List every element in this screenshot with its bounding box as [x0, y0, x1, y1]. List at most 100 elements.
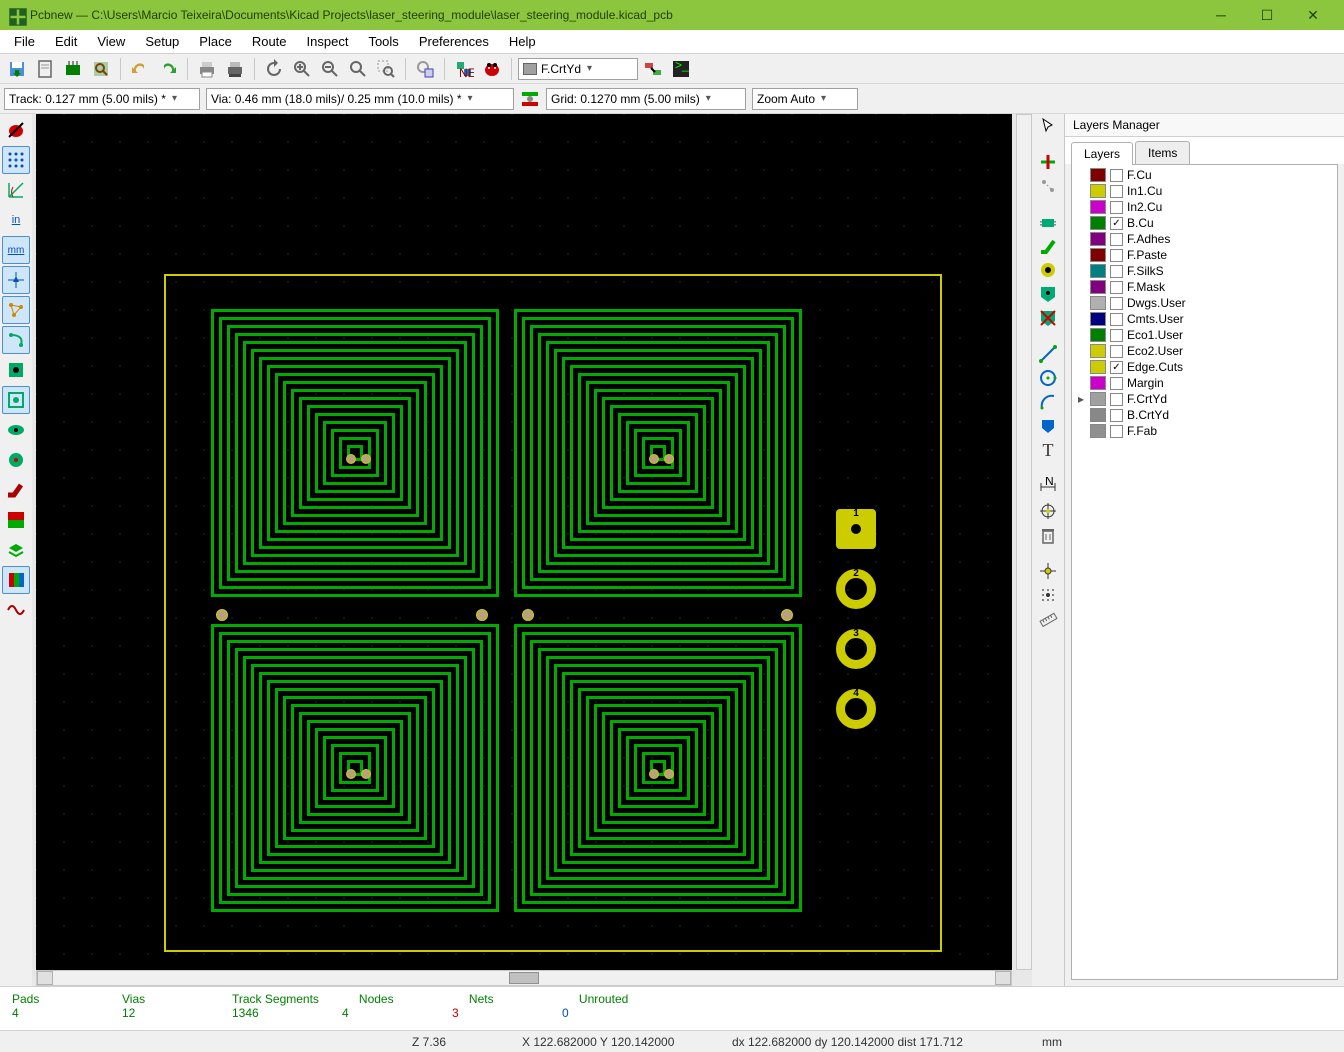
layer-row-Eco1-User[interactable]: Eco1.User [1074, 327, 1335, 343]
layer-color-swatch[interactable] [1090, 296, 1106, 310]
mm-button[interactable]: mm [2, 236, 30, 264]
highlight-net-button[interactable] [1038, 152, 1058, 172]
select-tool-button[interactable] [1038, 116, 1058, 136]
scripting-button[interactable]: >_ [668, 56, 694, 82]
redo-button[interactable] [155, 56, 181, 82]
cursor-shape-button[interactable] [2, 266, 30, 294]
drc-button[interactable] [479, 56, 505, 82]
zoom-in-button[interactable] [289, 56, 315, 82]
zoom-fit-button[interactable] [345, 56, 371, 82]
undo-button[interactable] [127, 56, 153, 82]
layer-color-swatch[interactable] [1090, 328, 1106, 342]
canvas-hscroll[interactable] [36, 970, 1012, 986]
layer-visibility-checkbox[interactable] [1110, 313, 1123, 326]
minimize-button[interactable]: ─ [1198, 0, 1244, 30]
layer-visibility-checkbox[interactable] [1110, 329, 1123, 342]
layer-row-F-SilkS[interactable]: F.SilkS [1074, 263, 1335, 279]
layer-color-swatch[interactable] [1090, 168, 1106, 182]
maximize-button[interactable]: ☐ [1244, 0, 1290, 30]
tab-layers[interactable]: Layers [1071, 142, 1133, 165]
layer-selector[interactable]: F.CrtYd [518, 58, 638, 80]
close-button[interactable]: ✕ [1290, 0, 1336, 30]
layer-visibility-checkbox[interactable] [1110, 377, 1123, 390]
menu-help[interactable]: Help [499, 31, 546, 52]
layers-manager-button[interactable] [2, 566, 30, 594]
layer-row-F-Mask[interactable]: F.Mask [1074, 279, 1335, 295]
zoom-region-button[interactable] [412, 56, 438, 82]
pad-display-button[interactable] [2, 416, 30, 444]
layer-visibility-checkbox[interactable] [1110, 281, 1123, 294]
place-keepout-button[interactable] [1038, 308, 1058, 328]
draw-polygon-button[interactable] [1038, 416, 1058, 436]
layer-visibility-checkbox[interactable] [1110, 169, 1123, 182]
layer-color-swatch[interactable] [1090, 312, 1106, 326]
canvas-vscroll[interactable] [1016, 114, 1032, 970]
layer-visibility-checkbox[interactable] [1110, 345, 1123, 358]
refresh-button[interactable] [261, 56, 287, 82]
layer-row-F-Cu[interactable]: F.Cu [1074, 167, 1335, 183]
layer-row-B-CrtYd[interactable]: B.CrtYd [1074, 407, 1335, 423]
polar-toggle-button[interactable] [2, 176, 30, 204]
zone-outline-button[interactable] [2, 386, 30, 414]
layer-row-F-Paste[interactable]: F.Paste [1074, 247, 1335, 263]
layer-color-swatch[interactable] [1090, 344, 1106, 358]
menu-route[interactable]: Route [242, 31, 297, 52]
place-via-button[interactable] [1038, 260, 1058, 280]
layer-visibility-checkbox[interactable]: ✓ [1110, 361, 1123, 374]
hide-layers-button[interactable] [2, 536, 30, 564]
layer-color-swatch[interactable] [1090, 216, 1106, 230]
layer-color-swatch[interactable] [1090, 424, 1106, 438]
track-display-button[interactable] [2, 476, 30, 504]
layer-row-Cmts-User[interactable]: Cmts.User [1074, 311, 1335, 327]
zoom-selection-button[interactable] [373, 56, 399, 82]
menu-place[interactable]: Place [189, 31, 242, 52]
layer-color-swatch[interactable] [1090, 200, 1106, 214]
menu-edit[interactable]: Edit [45, 31, 87, 52]
place-target-button[interactable] [1038, 501, 1058, 521]
menu-preferences[interactable]: Preferences [409, 31, 499, 52]
grid-selector[interactable]: Grid: 0.1270 mm (5.00 mils) [546, 88, 746, 110]
menu-setup[interactable]: Setup [135, 31, 189, 52]
layer-row-Margin[interactable]: Margin [1074, 375, 1335, 391]
layer-color-swatch[interactable] [1090, 184, 1106, 198]
plot-button[interactable] [222, 56, 248, 82]
netlist-button[interactable]: NET [451, 56, 477, 82]
pcb-canvas[interactable]: 1234 [36, 114, 1012, 970]
layer-row-F-CrtYd[interactable]: ▸F.CrtYd [1074, 391, 1335, 407]
layer-color-swatch[interactable] [1090, 232, 1106, 246]
layer-visibility-checkbox[interactable] [1110, 201, 1123, 214]
layer-color-swatch[interactable] [1090, 408, 1106, 422]
menu-view[interactable]: View [87, 31, 135, 52]
menu-file[interactable]: File [4, 31, 45, 52]
microwave-toolbar-button[interactable] [2, 596, 30, 624]
layer-visibility-checkbox[interactable] [1110, 425, 1123, 438]
measure-button[interactable] [1038, 609, 1058, 629]
grid-origin-button[interactable] [1038, 585, 1058, 605]
layer-row-In2-Cu[interactable]: In2.Cu [1074, 199, 1335, 215]
layer-row-Edge-Cuts[interactable]: ✓Edge.Cuts [1074, 359, 1335, 375]
page-settings-button[interactable] [32, 56, 58, 82]
layer-color-swatch[interactable] [1090, 264, 1106, 278]
zoom-out-button[interactable] [317, 56, 343, 82]
layer-row-B-Cu[interactable]: ✓B.Cu [1074, 215, 1335, 231]
save-button[interactable] [4, 56, 30, 82]
layer-row-Eco2-User[interactable]: Eco2.User [1074, 343, 1335, 359]
place-dimension-button[interactable]: N [1038, 477, 1058, 497]
layer-row-In1-Cu[interactable]: In1.Cu [1074, 183, 1335, 199]
layer-visibility-checkbox[interactable] [1110, 185, 1123, 198]
layer-pair-button[interactable] [640, 56, 666, 82]
via-display-button[interactable] [2, 446, 30, 474]
draw-line-button[interactable] [1038, 344, 1058, 364]
layer-visibility-checkbox[interactable]: ✓ [1110, 217, 1123, 230]
layer-row-Dwgs-User[interactable]: Dwgs.User [1074, 295, 1335, 311]
ratsnest-curved-button[interactable] [2, 326, 30, 354]
tab-items[interactable]: Items [1135, 141, 1190, 164]
layer-visibility-checkbox[interactable] [1110, 409, 1123, 422]
layer-color-swatch[interactable] [1090, 360, 1106, 374]
draw-arc-button[interactable] [1038, 392, 1058, 412]
delete-button[interactable] [1038, 525, 1058, 545]
menu-inspect[interactable]: Inspect [297, 31, 359, 52]
zoom-selector[interactable]: Zoom Auto [752, 88, 858, 110]
layer-visibility-checkbox[interactable] [1110, 393, 1123, 406]
drc-toggle-button[interactable] [2, 116, 30, 144]
